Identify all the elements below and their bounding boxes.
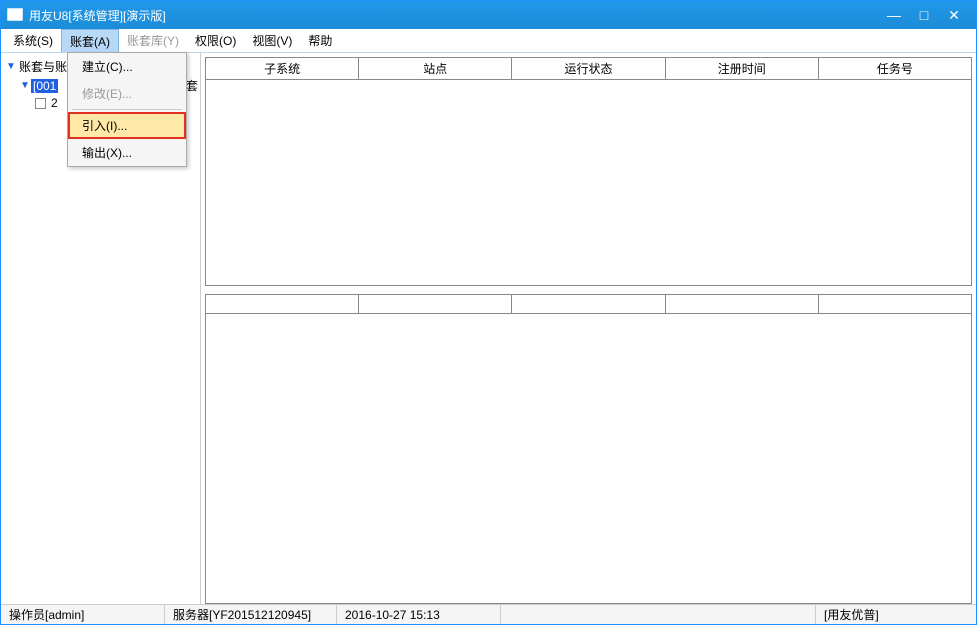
col-task-no[interactable]: 任务号 (819, 58, 971, 79)
tree-node-suffix: 套 (186, 77, 198, 94)
col-run-status[interactable]: 运行状态 (512, 58, 665, 79)
bottom-col-5[interactable] (819, 295, 971, 313)
tree-node-sub-label: 2 (49, 96, 58, 110)
menu-view[interactable]: 视图(V) (244, 29, 300, 52)
menu-account[interactable]: 账套(A) (61, 29, 119, 52)
menu-account-lib[interactable]: 账套库(Y) (119, 29, 187, 52)
dropdown-modify: 修改(E)... (68, 80, 186, 107)
minimize-button[interactable]: — (886, 7, 902, 24)
top-grid-header: 子系统 站点 运行状态 注册时间 任务号 (206, 58, 971, 80)
tree-toggle-icon[interactable]: ▼ (19, 80, 31, 91)
window-title: 用友U8[系统管理][演示版] (29, 7, 886, 24)
checkbox-icon[interactable] (35, 98, 46, 109)
tree-node-001-label: [001 (31, 79, 58, 93)
tree-toggle-icon[interactable]: ▼ (5, 61, 17, 72)
bottom-grid (205, 294, 972, 604)
status-company: [用友优普] (816, 605, 976, 624)
title-bar: 用友U8[系统管理][演示版] — □ ✕ (1, 1, 976, 29)
close-button[interactable]: ✕ (946, 7, 962, 24)
app-icon (7, 7, 23, 23)
status-operator: 操作员[admin] (1, 605, 165, 624)
top-grid: 子系统 站点 运行状态 注册时间 任务号 (205, 57, 972, 286)
status-datetime: 2016-10-27 15:13 (337, 605, 501, 624)
menu-permission[interactable]: 权限(O) (187, 29, 244, 52)
menu-system[interactable]: 系统(S) (5, 29, 61, 52)
menu-help[interactable]: 帮助 (300, 29, 340, 52)
bottom-col-3[interactable] (512, 295, 665, 313)
bottom-col-2[interactable] (359, 295, 512, 313)
dropdown-import[interactable]: 引入(I)... (68, 112, 186, 139)
dropdown-export[interactable]: 输出(X)... (68, 139, 186, 166)
right-panel: 子系统 站点 运行状态 注册时间 任务号 (201, 53, 976, 604)
dropdown-create[interactable]: 建立(C)... (68, 53, 186, 80)
window-controls: — □ ✕ (886, 7, 970, 24)
account-dropdown: 建立(C)... 修改(E)... 引入(I)... 输出(X)... (67, 52, 187, 167)
status-server: 服务器[YF201512120945] (165, 605, 337, 624)
bottom-grid-header (206, 295, 971, 314)
menu-bar: 系统(S) 账套(A) 账套库(Y) 权限(O) 视图(V) 帮助 (1, 29, 976, 53)
col-reg-time[interactable]: 注册时间 (666, 58, 819, 79)
dropdown-separator (72, 109, 182, 110)
maximize-button[interactable]: □ (916, 7, 932, 24)
status-spacer (501, 605, 816, 624)
bottom-col-4[interactable] (666, 295, 819, 313)
col-subsystem[interactable]: 子系统 (206, 58, 359, 79)
col-site[interactable]: 站点 (359, 58, 512, 79)
bottom-col-1[interactable] (206, 295, 359, 313)
status-bar: 操作员[admin] 服务器[YF201512120945] 2016-10-2… (1, 604, 976, 624)
